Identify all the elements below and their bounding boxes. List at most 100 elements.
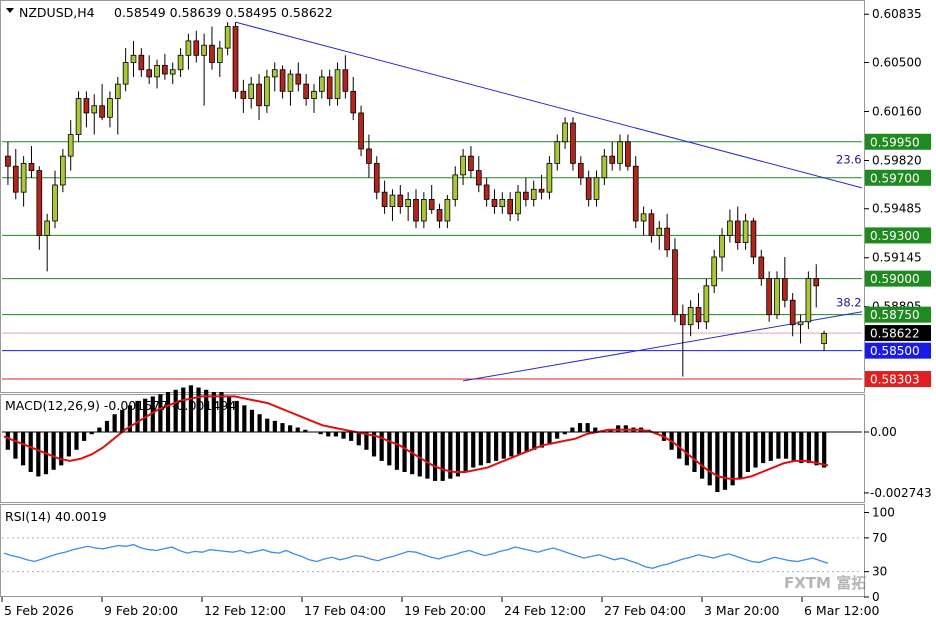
time-tick-label: 24 Feb 12:00 bbox=[504, 603, 586, 618]
level-label-text: 0.58750 bbox=[870, 308, 920, 322]
candle-body bbox=[444, 198, 451, 222]
candle-body bbox=[75, 98, 82, 135]
macd-histogram-bar bbox=[440, 432, 445, 481]
macd-histogram-bar bbox=[265, 418, 270, 432]
candle-body bbox=[216, 47, 223, 63]
candle-body bbox=[727, 220, 733, 236]
macd-histogram-bar bbox=[432, 432, 438, 481]
macd-histogram-bar bbox=[776, 432, 781, 459]
candle-body bbox=[99, 105, 105, 118]
candle-body bbox=[813, 278, 820, 287]
candle-body bbox=[264, 76, 270, 107]
ohlc-readout: 0.58549 0.58639 0.58495 0.58622 bbox=[114, 5, 333, 20]
candle-body bbox=[805, 278, 812, 323]
macd-histogram-bar bbox=[791, 432, 796, 461]
candle-body bbox=[342, 69, 349, 92]
candle-body bbox=[483, 184, 490, 200]
time-tick-label: 17 Feb 04:00 bbox=[304, 603, 386, 618]
macd-histogram-bar bbox=[501, 432, 506, 459]
price-tick-label: 0.60500 bbox=[872, 56, 922, 70]
candle-body bbox=[373, 162, 380, 193]
level-label-text: 0.58500 bbox=[870, 344, 920, 358]
rsi-label: RSI(14) 40.0019 bbox=[5, 509, 107, 524]
candle-body bbox=[318, 76, 325, 92]
candle-body bbox=[562, 122, 568, 143]
macd-histogram-bar bbox=[13, 432, 18, 459]
macd-histogram-bar bbox=[707, 432, 712, 486]
candle-body bbox=[67, 134, 74, 157]
macd-histogram-bar bbox=[722, 432, 728, 490]
watermark-logo: FXTM 富拓 bbox=[784, 574, 866, 592]
candle-body bbox=[491, 198, 498, 207]
candle-body bbox=[601, 155, 608, 179]
candle-body bbox=[28, 162, 35, 171]
macd-histogram-bar bbox=[333, 432, 338, 437]
candle-body bbox=[12, 165, 19, 193]
candle-body bbox=[593, 177, 600, 200]
candle-body bbox=[452, 174, 459, 200]
candle-body bbox=[334, 69, 341, 99]
candle-body bbox=[546, 162, 553, 193]
candle-body bbox=[687, 307, 694, 326]
level-label-text: 0.59300 bbox=[870, 229, 920, 243]
time-tick-label: 6 Mar 12:00 bbox=[804, 603, 880, 618]
candle-body bbox=[287, 73, 294, 92]
candle-body bbox=[789, 299, 796, 326]
candle-body bbox=[193, 40, 200, 56]
candle-body bbox=[60, 155, 66, 186]
macd-histogram-bar bbox=[341, 432, 346, 439]
candle-body bbox=[428, 198, 435, 210]
candle-body bbox=[758, 256, 765, 280]
candle-body bbox=[232, 26, 239, 92]
macd-histogram-bar bbox=[623, 425, 628, 432]
macd-histogram-bar bbox=[66, 432, 71, 457]
macd-histogram-bar bbox=[585, 423, 590, 432]
candle-body bbox=[664, 227, 670, 251]
candle-body bbox=[154, 64, 160, 78]
candle-body bbox=[256, 83, 262, 107]
level-label-text: 0.59000 bbox=[870, 272, 920, 286]
candle-body bbox=[279, 69, 286, 92]
macd-histogram-bar bbox=[692, 432, 697, 472]
macd-histogram-bar bbox=[104, 420, 110, 432]
macd-histogram-bar bbox=[455, 432, 461, 477]
candle-body bbox=[672, 249, 678, 316]
macd-histogram-bar bbox=[783, 432, 789, 459]
candle-body bbox=[507, 198, 514, 215]
time-tick-label: 19 Feb 20:00 bbox=[404, 603, 486, 618]
macd-histogram-bar bbox=[272, 420, 277, 432]
level-label-text: 0.58622 bbox=[870, 327, 920, 341]
candle-body bbox=[538, 188, 545, 193]
macd-histogram-bar bbox=[715, 432, 720, 492]
candle-body bbox=[782, 278, 788, 301]
macd-histogram-bar bbox=[112, 414, 117, 432]
symbol-timeframe[interactable]: NZDUSD,H4 bbox=[19, 5, 95, 20]
candle-body bbox=[617, 141, 623, 164]
level-label-text: 0.59950 bbox=[870, 135, 920, 149]
candle-body bbox=[5, 155, 11, 167]
time-tick-label: 9 Feb 20:00 bbox=[104, 603, 178, 618]
candle-body bbox=[413, 198, 419, 222]
macd-histogram-bar bbox=[616, 425, 621, 432]
macd-histogram-bar bbox=[425, 432, 430, 479]
candle-body bbox=[585, 177, 592, 200]
macd-histogram-bar bbox=[547, 432, 552, 444]
rsi-tick-label: 70 bbox=[872, 531, 887, 545]
candle-body bbox=[107, 98, 113, 118]
macd-histogram-bar bbox=[555, 432, 560, 439]
candle-body bbox=[475, 170, 482, 186]
macd-histogram-bar bbox=[387, 432, 392, 466]
macd-histogram-bar bbox=[516, 432, 522, 455]
macd-histogram-bar bbox=[814, 432, 819, 466]
macd-histogram-bar bbox=[20, 432, 26, 466]
macd-histogram-bar bbox=[799, 432, 804, 464]
level-label-text: 0.59700 bbox=[870, 171, 920, 185]
candle-body bbox=[358, 112, 364, 150]
macd-histogram-bar bbox=[700, 432, 705, 479]
candle-body bbox=[162, 64, 168, 75]
rsi-tick-label: 100 bbox=[872, 506, 895, 520]
candle-body bbox=[719, 234, 725, 258]
macd-histogram-bar bbox=[74, 432, 79, 450]
macd-label: MACD(12,26,9) -0.001577 -0.001494 bbox=[5, 398, 236, 413]
candle-body bbox=[295, 73, 302, 85]
